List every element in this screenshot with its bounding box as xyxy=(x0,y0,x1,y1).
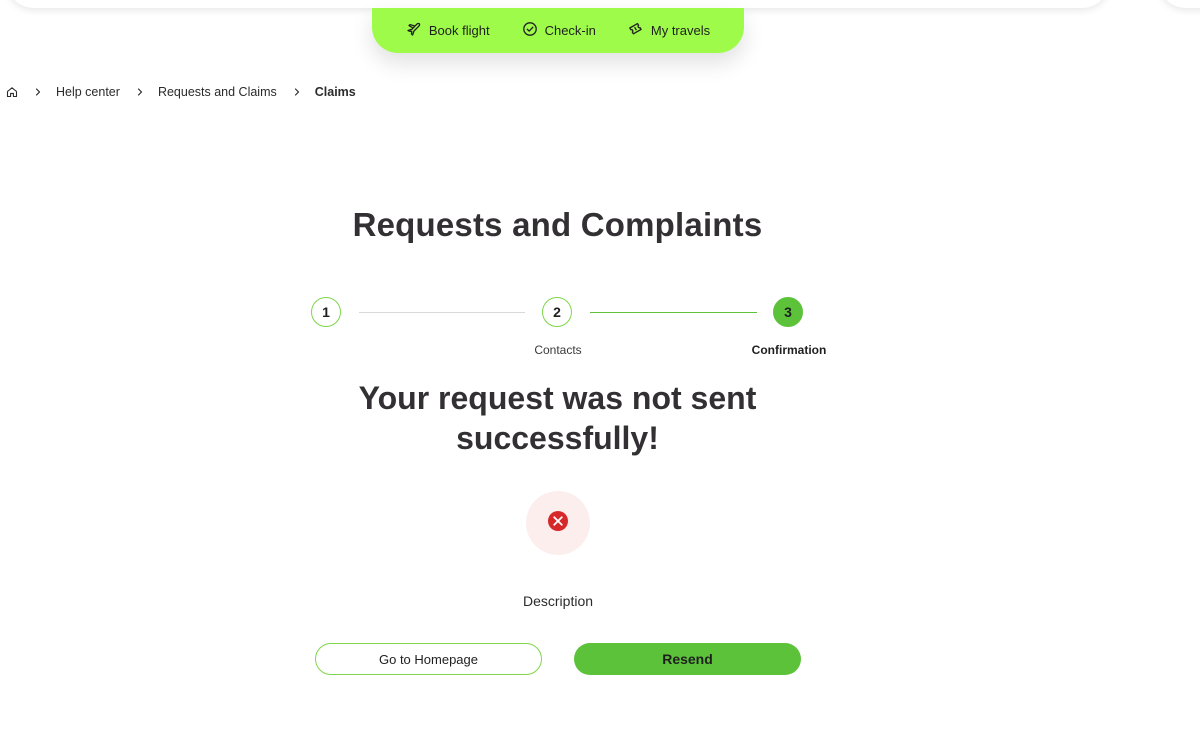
error-x-icon xyxy=(547,510,569,537)
go-to-homepage-button[interactable]: Go to Homepage xyxy=(315,643,542,675)
step-1-circle: 1 xyxy=(311,297,341,327)
home-icon[interactable] xyxy=(6,86,18,98)
header-bar-right xyxy=(1158,0,1200,8)
step-3-circle: 3 xyxy=(773,297,803,327)
quicknav-my-travels[interactable]: My travels xyxy=(628,21,710,40)
step-3-label: Confirmation xyxy=(751,343,827,357)
breadcrumb-current: Claims xyxy=(314,85,356,99)
quicknav-check-in[interactable]: Check-in xyxy=(522,21,596,40)
page-title: Requests and Complaints xyxy=(352,206,763,243)
quicknav-book-flight-label: Book flight xyxy=(428,23,490,38)
quicknav-my-travels-label: My travels xyxy=(650,23,711,38)
error-status xyxy=(526,491,590,555)
quicknav-check-in-label: Check-in xyxy=(544,23,596,38)
result-description: Description xyxy=(522,593,594,609)
step-2-circle: 2 xyxy=(542,297,572,327)
page: Book flight Check-in My travels Help cen… xyxy=(0,0,1200,741)
header-bar xyxy=(6,0,1110,8)
step-2-label: Contacts xyxy=(534,343,582,357)
plane-icon xyxy=(406,21,422,40)
breadcrumb-help-center[interactable]: Help center xyxy=(56,85,120,99)
step-1-connector xyxy=(359,312,525,313)
step-2-connector xyxy=(590,312,757,313)
quick-nav: Book flight Check-in My travels xyxy=(372,8,744,53)
resend-button[interactable]: Resend xyxy=(574,643,801,675)
check-circle-icon xyxy=(522,21,538,40)
chevron-right-icon xyxy=(34,88,42,96)
ticket-icon xyxy=(628,21,644,40)
result-title: Your request was not sent successfully! xyxy=(0,378,1115,458)
breadcrumb: Help center Requests and Claims Claims xyxy=(6,84,356,100)
result-title-text: Your request was not sent successfully! xyxy=(358,380,757,456)
quicknav-book-flight[interactable]: Book flight xyxy=(406,21,490,40)
chevron-right-icon xyxy=(293,88,301,96)
chevron-right-icon xyxy=(136,88,144,96)
breadcrumb-requests-and-claims[interactable]: Requests and Claims xyxy=(158,85,277,99)
